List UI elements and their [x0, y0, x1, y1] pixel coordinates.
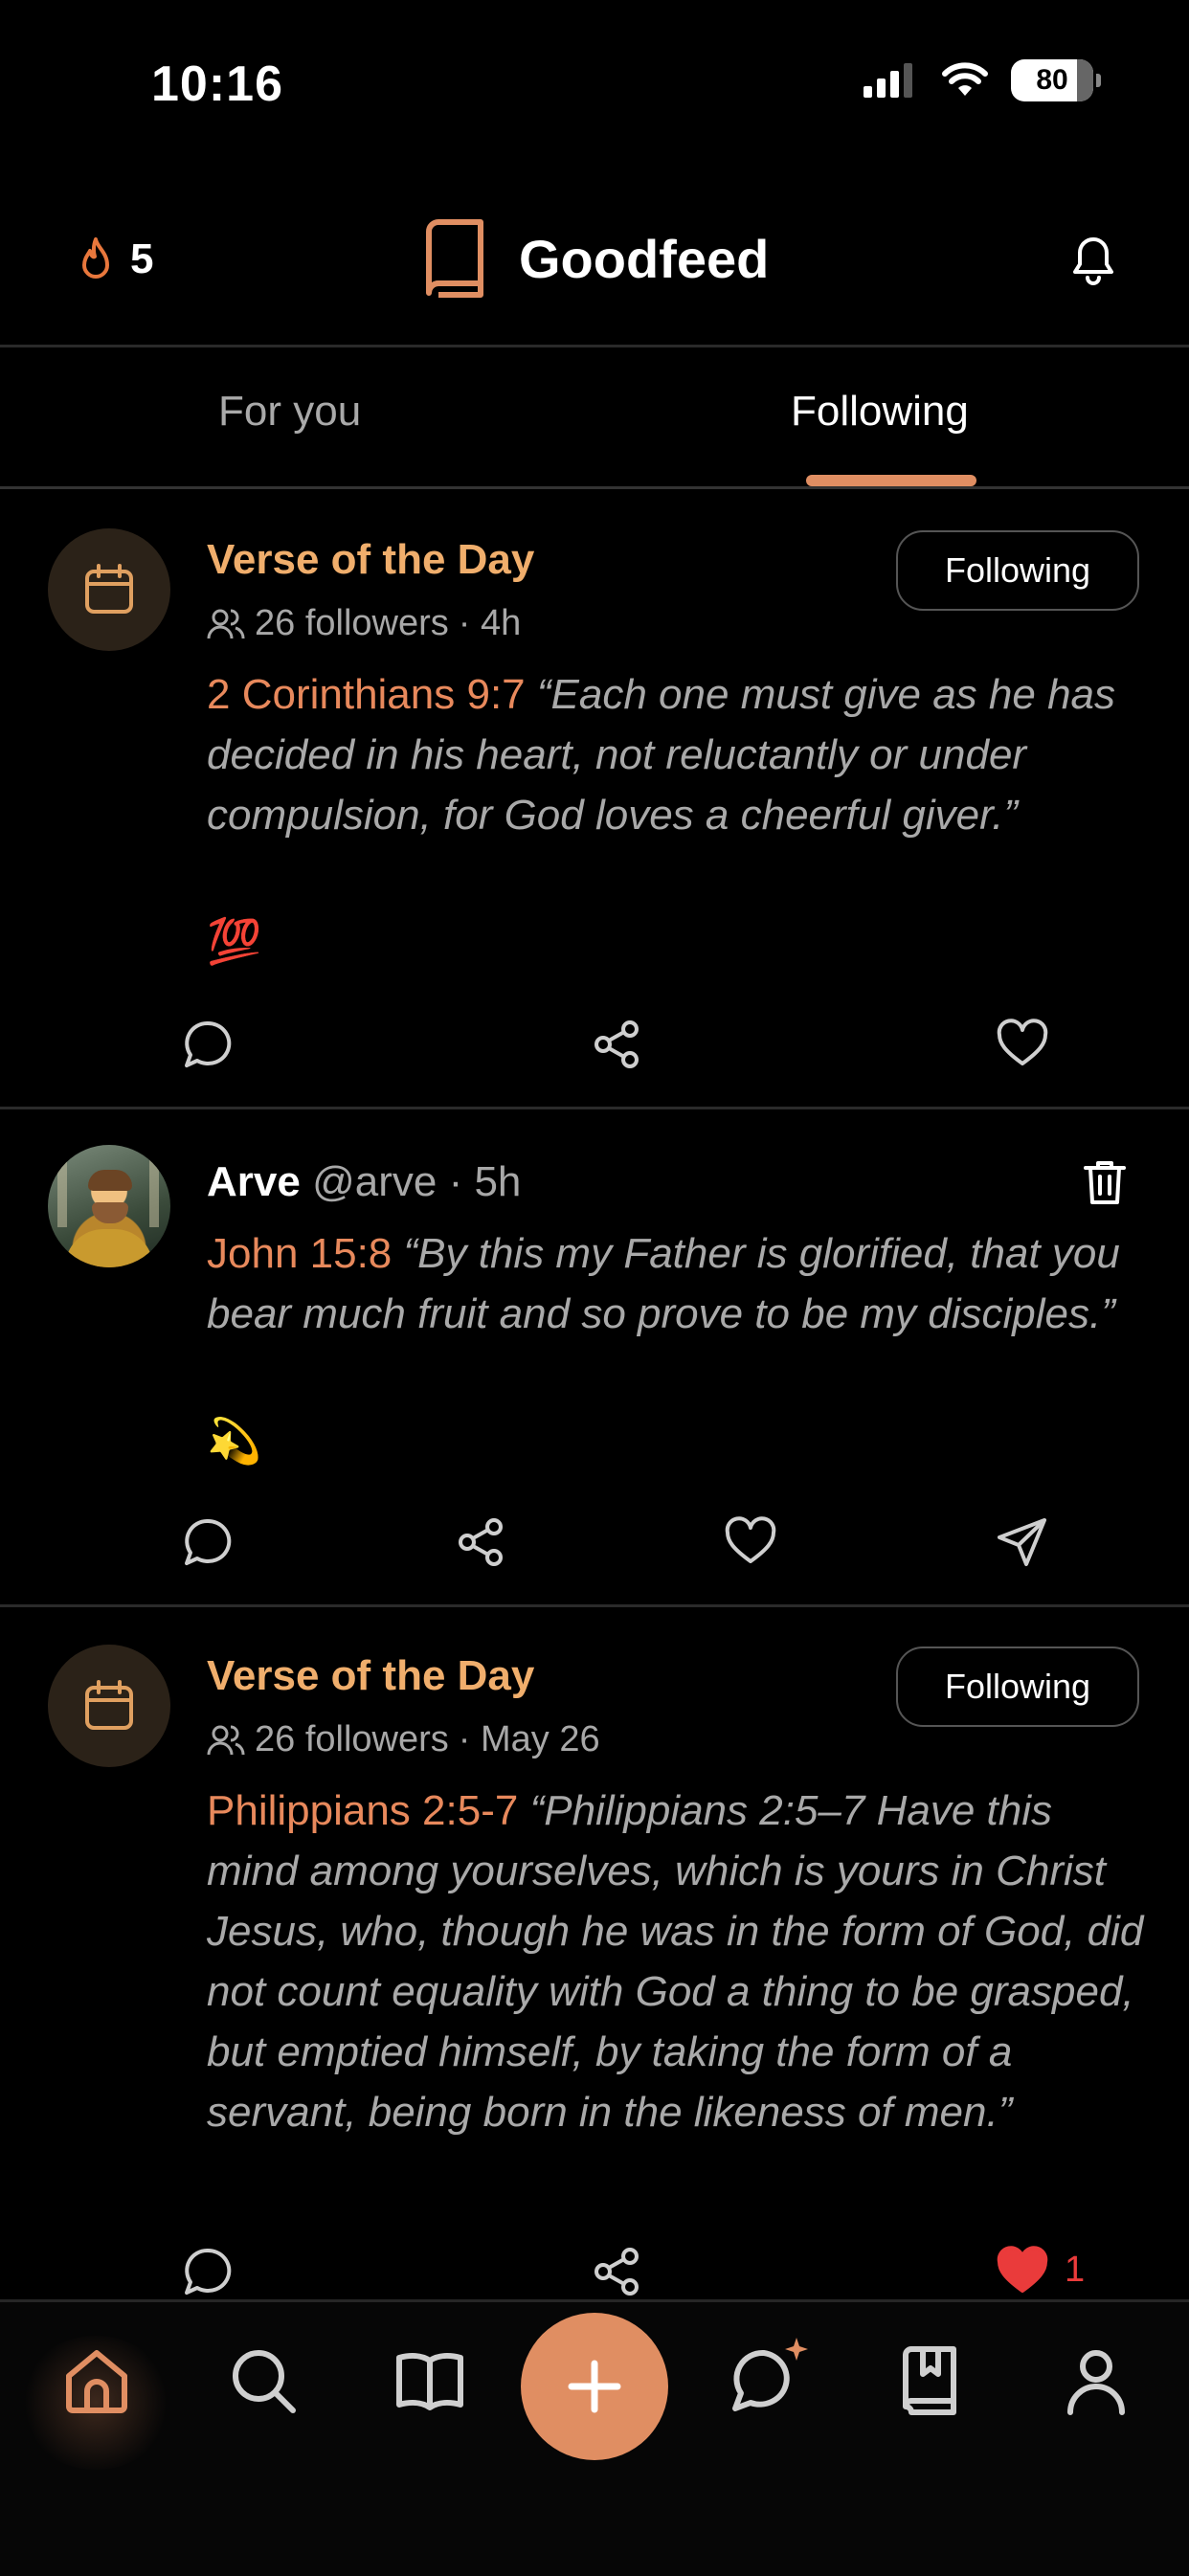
- follower-count: 26 followers: [255, 1719, 449, 1759]
- post-title[interactable]: Verse of the Day: [207, 1652, 534, 1700]
- comment-button[interactable]: [182, 1019, 234, 1070]
- create-post-button[interactable]: [521, 2313, 668, 2460]
- share-button[interactable]: [592, 2246, 643, 2297]
- verse-reference[interactable]: John 15:8: [207, 1230, 392, 1277]
- like-button[interactable]: [996, 1019, 1049, 1068]
- verse-reference[interactable]: 2 Corinthians 9:7: [207, 671, 526, 718]
- post-author[interactable]: Arve @arve · 5h: [207, 1158, 521, 1206]
- nav-profile[interactable]: [1061, 2345, 1132, 2416]
- post-body: John 15:8 “By this my Father is glorifie…: [207, 1223, 1145, 1344]
- nav-home[interactable]: [61, 2345, 132, 2416]
- heart-filled-icon: [997, 2246, 1048, 2293]
- share-icon: [594, 2248, 639, 2296]
- share-button[interactable]: [456, 1516, 507, 1568]
- streak-counter[interactable]: 5: [77, 235, 153, 283]
- post-body: 2 Corinthians 9:7 “Each one must give as…: [207, 664, 1145, 845]
- tab-following[interactable]: Following: [791, 388, 969, 436]
- home-icon: [66, 2350, 127, 2413]
- like-count: 1: [1065, 2250, 1086, 2290]
- header-divider: [0, 345, 1189, 347]
- streak-count: 5: [130, 235, 154, 282]
- post-emoji: 💫: [207, 1416, 262, 1466]
- post-divider: [0, 1604, 1189, 1607]
- post-time: · 4h: [458, 603, 522, 643]
- battery-indicator: 80: [1011, 59, 1101, 101]
- calendar-icon: [85, 564, 133, 614]
- followers-icon: [207, 609, 245, 638]
- verse-text: “Philippians 2:5–7 Have this mind among …: [207, 1787, 1144, 2136]
- send-button[interactable]: [996, 1516, 1049, 1568]
- plus-icon: [568, 2360, 621, 2413]
- share-button[interactable]: [592, 1019, 643, 1070]
- post-meta: 26 followers · 4h: [207, 603, 521, 644]
- delete-post-button[interactable]: [1082, 1158, 1128, 1206]
- like-button[interactable]: [724, 1516, 777, 1566]
- status-icons: 80: [862, 59, 1101, 101]
- post-time: · May 26: [458, 1719, 600, 1759]
- heart-icon: [997, 1019, 1048, 1065]
- user-avatar[interactable]: [48, 1145, 170, 1267]
- following-button[interactable]: Following: [896, 530, 1139, 611]
- nav-bible[interactable]: [394, 2345, 465, 2416]
- wifi-icon: [942, 62, 988, 96]
- notifications-button[interactable]: [1070, 235, 1116, 285]
- share-icon: [594, 1020, 639, 1068]
- bible-icon: [396, 2353, 463, 2410]
- brand: Goodfeed: [421, 218, 769, 299]
- flame-icon: [82, 237, 109, 279]
- tabs-divider: [0, 486, 1189, 489]
- verse-of-day-avatar[interactable]: [48, 528, 170, 651]
- chat-sparkle-icon: [732, 2338, 808, 2411]
- cellular-signal-icon: [864, 63, 912, 98]
- followers-icon: [207, 1725, 245, 1755]
- post-meta: 26 followers · May 26: [207, 1719, 600, 1760]
- follower-count: 26 followers: [255, 603, 449, 643]
- comment-button[interactable]: [182, 2246, 234, 2297]
- verse-reference[interactable]: Philippians 2:5-7: [207, 1787, 518, 1834]
- heart-icon: [725, 1516, 776, 1563]
- comment-icon: [185, 2248, 232, 2295]
- book-logo-icon: [426, 219, 483, 298]
- bell-icon: [1073, 237, 1113, 285]
- post-title[interactable]: Verse of the Day: [207, 536, 534, 584]
- comment-icon: [185, 1518, 232, 1565]
- comment-icon: [185, 1020, 232, 1067]
- following-button[interactable]: Following: [896, 1646, 1139, 1727]
- active-tab-indicator: [806, 475, 976, 486]
- like-button[interactable]: [996, 2246, 1049, 2296]
- author-name: Arve: [207, 1158, 301, 1205]
- trash-icon: [1084, 1161, 1126, 1204]
- search-icon: [233, 2350, 296, 2413]
- nav-chat[interactable]: [728, 2336, 814, 2416]
- nav-search[interactable]: [228, 2345, 299, 2416]
- calendar-icon: [85, 1680, 133, 1730]
- app-title: Goodfeed: [519, 228, 770, 289]
- bookmark-book-icon: [903, 2346, 956, 2415]
- tab-for-you[interactable]: For you: [218, 388, 361, 436]
- app-header: 5 Goodfeed: [0, 211, 1189, 306]
- share-icon: [459, 1518, 503, 1566]
- post-divider: [0, 1107, 1189, 1109]
- verse-of-day-avatar[interactable]: [48, 1645, 170, 1767]
- send-icon: [998, 1518, 1046, 1566]
- comment-button[interactable]: [182, 1516, 234, 1568]
- battery-level: 80: [1036, 64, 1068, 96]
- profile-icon: [1067, 2350, 1125, 2415]
- author-handle: @arve · 5h: [312, 1158, 522, 1205]
- status-time: 10:16: [151, 56, 283, 112]
- nav-library[interactable]: [894, 2345, 965, 2416]
- post-emoji: 💯: [207, 916, 262, 966]
- post-body: Philippians 2:5-7 “Philippians 2:5–7 Hav…: [207, 1781, 1145, 2142]
